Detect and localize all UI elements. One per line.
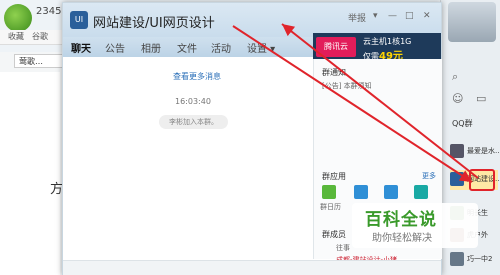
highlight-box	[469, 169, 495, 191]
arrow-to-title	[281, 23, 479, 179]
watermark-title: 百科全说	[365, 210, 437, 230]
arrow-to-list-item	[232, 25, 473, 183]
watermark-subtitle: 助你轻松解决	[372, 233, 432, 244]
